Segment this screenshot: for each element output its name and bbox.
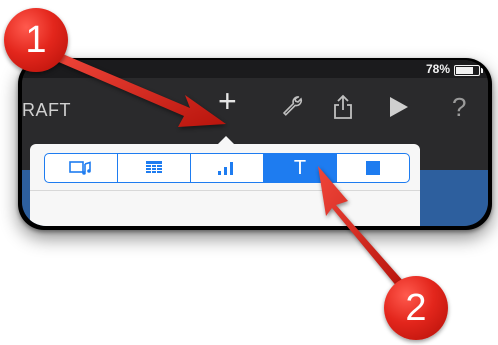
arrow-2-icon [318, 166, 404, 288]
callout-badge-2: 2 [384, 276, 448, 340]
callout-badge-1: 1 [4, 8, 68, 72]
arrow-1-icon [54, 52, 226, 127]
